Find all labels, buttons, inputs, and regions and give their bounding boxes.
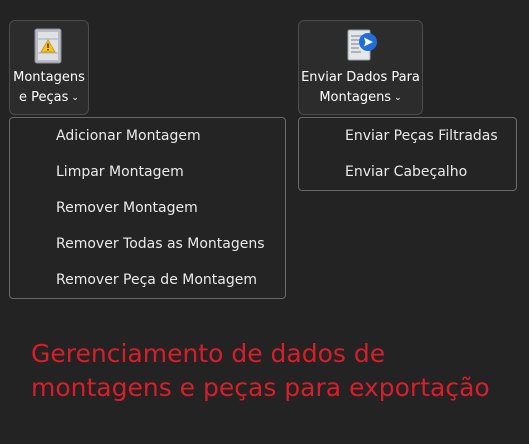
menu-item-limpar-montagem[interactable]: Limpar Montagem <box>10 154 285 190</box>
send-document-icon <box>347 29 377 61</box>
enviar-dados-button[interactable]: Enviar Dados Para Montagens ⌄ <box>298 20 423 115</box>
warning-cabinet-icon <box>34 28 62 64</box>
menu-item-label: Limpar Montagem <box>56 164 184 180</box>
menu-item-remover-peca-montagem[interactable]: Remover Peça de Montagem <box>10 262 285 298</box>
menu-item-label: Enviar Peças Filtradas <box>345 128 498 144</box>
montagens-pecas-label-line1: Montagens <box>13 70 85 85</box>
menu-item-remover-todas-montagens[interactable]: Remover Todas as Montagens <box>10 226 285 262</box>
montagens-dropdown-menu: Adicionar Montagem Limpar Montagem Remov… <box>9 117 286 299</box>
caption-text: Gerenciamento de dados de montagens e pe… <box>31 337 521 405</box>
chevron-down-icon: ⌄ <box>71 93 79 103</box>
menu-item-remover-montagem[interactable]: Remover Montagem <box>10 190 285 226</box>
menu-item-enviar-pecas-filtradas[interactable]: Enviar Peças Filtradas <box>299 118 516 154</box>
caption-line2: montagens e peças para exportação <box>31 373 490 402</box>
menu-item-label: Enviar Cabeçalho <box>345 164 468 180</box>
menu-item-label: Remover Todas as Montagens <box>56 236 265 252</box>
menu-item-enviar-cabecalho[interactable]: Enviar Cabeçalho <box>299 154 516 190</box>
caption-line1: Gerenciamento de dados de <box>31 339 386 368</box>
enviar-dropdown-menu: Enviar Peças Filtradas Enviar Cabeçalho <box>298 117 517 191</box>
chevron-down-icon: ⌄ <box>394 93 402 103</box>
menu-item-label: Remover Peça de Montagem <box>56 272 257 288</box>
montagens-pecas-button[interactable]: Montagens e Peças ⌄ <box>9 20 89 115</box>
menu-item-label: Adicionar Montagem <box>56 128 201 144</box>
enviar-dados-label-line2-wrap: Montagens ⌄ <box>299 88 422 109</box>
enviar-dados-label-line2: Montagens <box>319 90 392 105</box>
enviar-dados-label-line1: Enviar Dados Para <box>301 70 420 85</box>
menu-item-label: Remover Montagem <box>56 200 198 216</box>
montagens-pecas-label-line2-wrap: e Peças ⌄ <box>10 88 88 109</box>
menu-item-adicionar-montagem[interactable]: Adicionar Montagem <box>10 118 285 154</box>
montagens-pecas-label-line2: e Peças <box>19 90 69 105</box>
